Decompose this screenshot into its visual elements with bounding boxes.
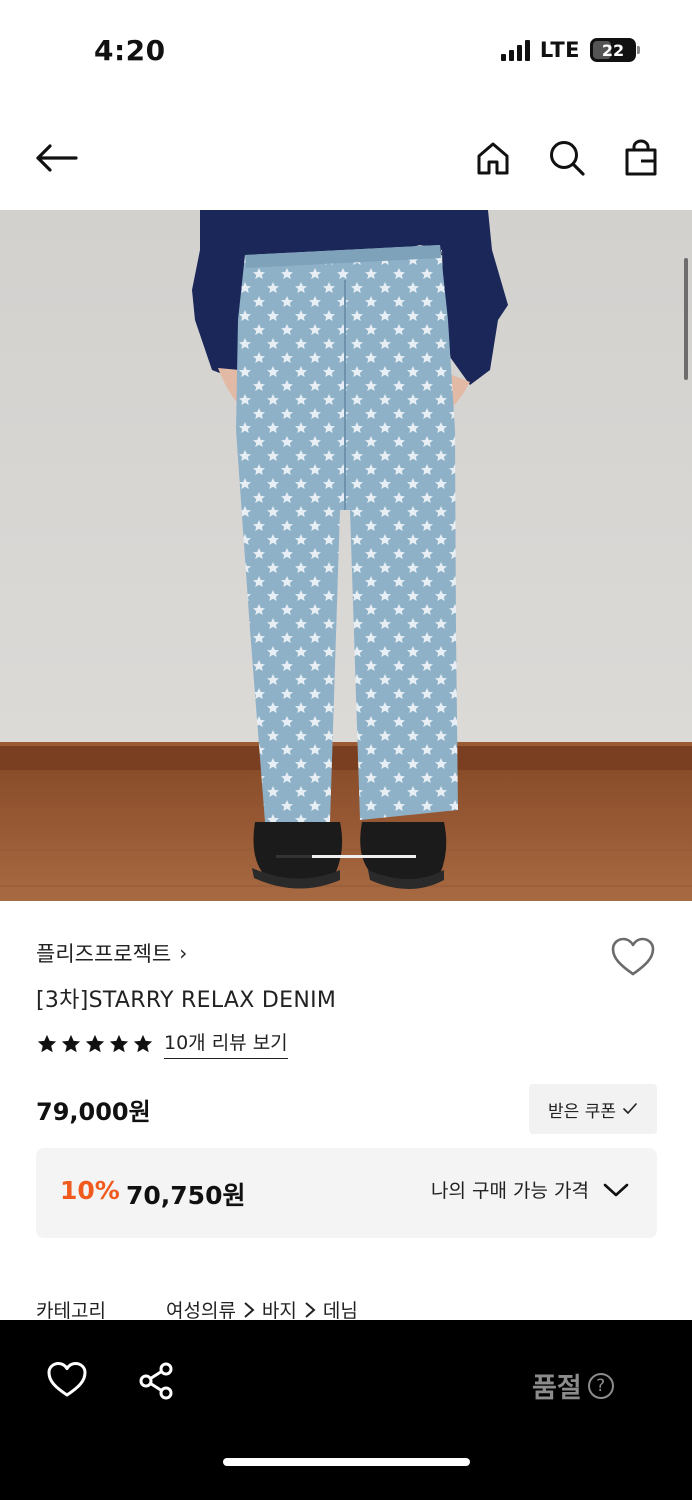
discount-percent: 10% bbox=[60, 1176, 120, 1205]
network-label: LTE bbox=[539, 38, 580, 62]
home-icon bbox=[477, 142, 509, 175]
product-title: [3차]STARRY RELAX DENIM bbox=[36, 988, 337, 1013]
category-women-clothing[interactable]: 여성의류 bbox=[166, 1296, 236, 1323]
home-button[interactable] bbox=[469, 134, 517, 182]
my-price-toggle[interactable]: 나의 구매 가능 가격 bbox=[431, 1176, 629, 1203]
status-indicators: LTE 22 bbox=[500, 38, 640, 62]
status-time: 4:20 bbox=[94, 34, 166, 67]
bottom-action-bar: 품절 ? bbox=[0, 1320, 692, 1500]
category-row: 카테고리 여성의류 바지 데님 bbox=[36, 1296, 358, 1323]
review-link[interactable]: 10개 리뷰 보기 bbox=[164, 1028, 288, 1059]
original-price: 79,000원 bbox=[36, 1098, 151, 1126]
star-icon bbox=[37, 1034, 57, 1052]
top-nav-bar bbox=[0, 120, 692, 196]
chevron-right-icon bbox=[305, 1301, 316, 1318]
brand-name: 플리즈프로젝트 bbox=[36, 942, 172, 966]
coupon-button-label: 받은 쿠폰 bbox=[548, 1101, 616, 1122]
rating-row: 10개 리뷰 보기 bbox=[36, 1028, 288, 1059]
star-icon bbox=[109, 1034, 129, 1052]
signal-icon bbox=[500, 39, 530, 61]
image-scrollbar[interactable] bbox=[684, 258, 688, 380]
image-page-indicator bbox=[276, 855, 416, 859]
back-arrow-icon bbox=[36, 144, 78, 172]
product-image[interactable] bbox=[0, 210, 692, 901]
help-icon[interactable]: ? bbox=[587, 1372, 614, 1399]
heart-outline-icon bbox=[611, 937, 655, 976]
back-button[interactable] bbox=[32, 134, 80, 182]
heart-icon bbox=[47, 1362, 87, 1397]
discount-price: 70,750원 bbox=[126, 1181, 246, 1210]
check-icon bbox=[623, 1103, 637, 1114]
battery-level: 22 bbox=[601, 40, 625, 60]
brand-link[interactable]: 플리즈프로젝트 › bbox=[36, 938, 187, 968]
share-icon bbox=[139, 1362, 173, 1400]
category-label: 카테고리 bbox=[36, 1300, 106, 1322]
chevron-right-icon bbox=[244, 1301, 255, 1318]
share-button[interactable] bbox=[136, 1360, 178, 1402]
star-icon bbox=[61, 1034, 81, 1052]
status-bar: 4:20 LTE 22 bbox=[0, 0, 692, 100]
coupon-button[interactable]: 받은 쿠폰 bbox=[529, 1084, 657, 1134]
like-button[interactable] bbox=[46, 1360, 88, 1400]
discount-price-box[interactable]: 10% 70,750원 나의 구매 가능 가격 bbox=[36, 1148, 657, 1238]
home-indicator[interactable] bbox=[223, 1458, 470, 1466]
chevron-right-icon: › bbox=[179, 941, 188, 965]
search-icon bbox=[550, 141, 585, 176]
wishlist-button[interactable] bbox=[610, 936, 656, 978]
my-price-label: 나의 구매 가능 가격 bbox=[431, 1180, 589, 1202]
category-breadcrumb: 여성의류 바지 데님 bbox=[166, 1296, 358, 1323]
category-denim[interactable]: 데님 bbox=[323, 1296, 358, 1323]
star-icon bbox=[85, 1034, 105, 1052]
cart-button[interactable] bbox=[617, 134, 665, 182]
search-button[interactable] bbox=[543, 134, 591, 182]
shopping-bag-icon bbox=[625, 139, 657, 176]
soldout-label: 품절 bbox=[532, 1373, 582, 1404]
soldout-status: 품절 ? bbox=[532, 1366, 614, 1405]
category-pants[interactable]: 바지 bbox=[262, 1296, 297, 1323]
battery-icon: 22 bbox=[590, 38, 640, 62]
denim-star-jeans-photo bbox=[0, 210, 692, 901]
chevron-down-icon bbox=[603, 1183, 629, 1196]
star-icon bbox=[133, 1034, 153, 1052]
rating-stars bbox=[36, 1033, 154, 1055]
